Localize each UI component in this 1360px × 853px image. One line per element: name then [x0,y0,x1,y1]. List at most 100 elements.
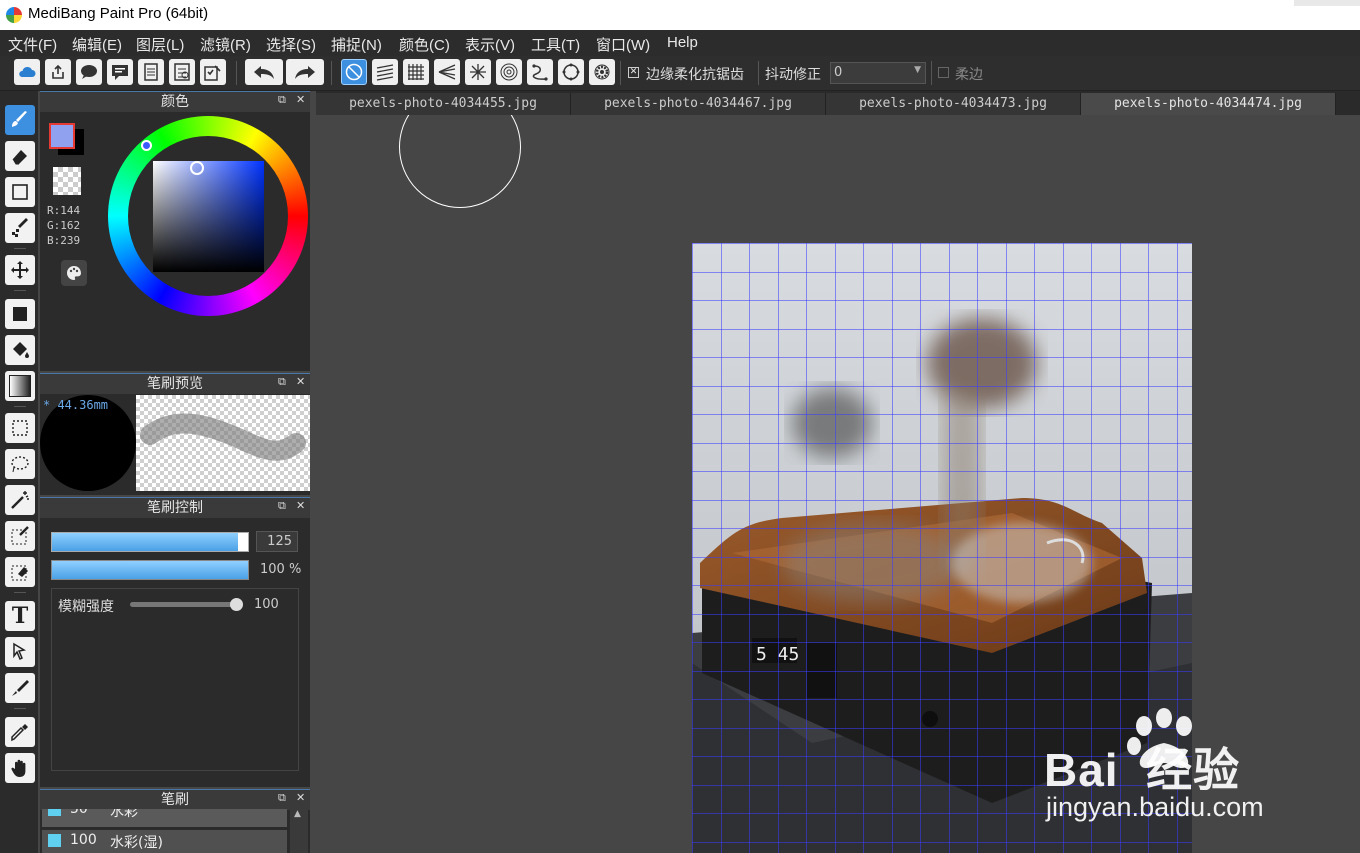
foreground-color-swatch[interactable] [49,123,75,149]
grid-line [692,614,1192,615]
brush-list-title: 笔刷 [40,789,310,810]
cloud-icon[interactable] [14,59,40,85]
checklist-icon[interactable] [200,59,226,85]
slider-knob[interactable] [230,598,243,611]
move-tool-icon[interactable] [5,255,35,285]
color-panel: 颜色 ⧉ ✕ R:144 G:162 B:239 [40,91,310,371]
bucket-tool-icon[interactable] [5,335,35,365]
menu-view[interactable]: 表示(V) [465,34,515,55]
menu-file[interactable]: 文件(F) [8,34,57,55]
undo-icon[interactable] [245,59,283,85]
rectangle-tool-icon[interactable] [5,177,35,207]
antialias-checkbox[interactable]: ✕ [628,67,639,78]
menu-window[interactable]: 窗口(W) [596,34,650,55]
close-icon[interactable]: ✕ [296,93,305,106]
share-icon[interactable] [45,59,71,85]
text-tool-icon[interactable]: T [5,601,35,631]
cross-snap-icon[interactable] [403,59,429,85]
blur-tool-icon[interactable] [5,673,35,703]
menu-edit[interactable]: 编辑(E) [72,34,122,55]
float-panel-icon[interactable]: ⧉ [278,499,286,513]
blur-strength-label: 模糊强度 [58,599,114,615]
float-panel-icon[interactable]: ⧉ [278,791,286,805]
tool-strip: T [0,91,38,853]
page-list-icon[interactable] [169,59,195,85]
brush-tool-icon[interactable] [5,105,35,135]
menu-tools[interactable]: 工具(T) [531,34,580,55]
select-pen-tool-icon[interactable] [5,521,35,551]
document-tab[interactable]: pexels-photo-4034467.jpg [571,93,826,115]
grid-line [1034,243,1035,853]
brush-size-slider[interactable] [51,532,249,552]
blur-strength-slider[interactable] [130,602,238,607]
close-icon[interactable]: ✕ [296,375,305,388]
saturation-value-square[interactable] [153,161,264,272]
brush-list-panel: 笔刷 ⧉ ✕ 50 水彩 100 水彩(湿) ▲ [40,789,310,853]
float-panel-icon[interactable]: ⧉ [278,375,286,389]
brush-control-title: 笔刷控制 [40,497,310,518]
document-tab-active[interactable]: pexels-photo-4034474.jpg [1081,93,1336,115]
menu-layer[interactable]: 图层(L) [136,34,184,55]
document-tab[interactable]: pexels-photo-4034455.jpg [316,93,571,115]
brush-preview-panel: 笔刷预览 ⧉ ✕ * 44.36mm [40,373,310,495]
page-icon[interactable] [138,59,164,85]
eyedropper-tool-icon[interactable] [5,717,35,747]
list-item[interactable]: 50 水彩 [42,809,287,827]
stabilizer-label: 抖动修正 [765,67,821,83]
grid-line [1006,243,1007,853]
hand-tool-icon[interactable] [5,753,35,783]
stabilizer-select[interactable]: 0 ▼ [830,62,926,84]
soft-edge-checkbox[interactable] [938,67,949,78]
document-tab-bar: pexels-photo-4034455.jpg pexels-photo-40… [316,91,1360,115]
close-icon[interactable]: ✕ [296,499,305,512]
app-logo-icon [6,7,22,23]
color-panel-title: 颜色 [40,91,310,112]
grid-line [721,243,722,853]
scrollbar[interactable]: ▲ [290,809,308,853]
window-controls[interactable] [1294,0,1360,6]
fill-rect-tool-icon[interactable] [5,299,35,329]
menu-snap[interactable]: 捕捉(N) [331,34,382,55]
slider-handle[interactable] [238,533,248,551]
parallel-snap-icon[interactable] [372,59,398,85]
float-panel-icon[interactable]: ⧉ [278,93,286,107]
radial-snap-icon[interactable] [465,59,491,85]
gradient-tool-icon[interactable] [5,371,35,401]
operation-tool-icon[interactable] [5,637,35,667]
grid-line [778,243,779,853]
hue-marker[interactable] [141,140,152,151]
magic-wand-tool-icon[interactable] [5,485,35,515]
color-picker-marker[interactable] [190,161,204,175]
select-eraser-tool-icon[interactable] [5,557,35,587]
transparent-color-swatch[interactable] [53,167,81,195]
brush-size: 50 [70,809,88,817]
redo-icon[interactable] [286,59,324,85]
watermark-brand: Bai 经验 [1044,744,1241,796]
eraser-tool-icon[interactable] [5,141,35,171]
snap-off-icon[interactable] [341,59,367,85]
scroll-up-icon[interactable]: ▲ [294,809,301,819]
comment-box-icon[interactable] [107,59,133,85]
close-icon[interactable]: ✕ [296,791,305,804]
brush-size: 100 [70,832,97,848]
vanishing-point-snap-icon[interactable] [434,59,460,85]
lasso-tool-icon[interactable] [5,449,35,479]
dot-brush-tool-icon[interactable] [5,213,35,243]
menu-select[interactable]: 选择(S) [266,34,316,55]
palette-icon[interactable] [61,260,87,286]
concentric-snap-icon[interactable] [496,59,522,85]
list-item[interactable]: 100 水彩(湿) [42,830,287,853]
opacity-slider[interactable] [51,560,249,580]
gear-icon[interactable] [589,59,615,85]
circle-snap-icon[interactable] [558,59,584,85]
menu-color[interactable]: 颜色(C) [399,34,450,55]
select-rect-tool-icon[interactable] [5,413,35,443]
curve-snap-icon[interactable] [527,59,553,85]
opacity-value: 100 % [260,562,302,577]
menu-help[interactable]: Help [667,34,698,51]
brush-size-input[interactable]: 125 [256,531,298,552]
speech-bubble-icon[interactable] [76,59,102,85]
menu-filter[interactable]: 滤镜(R) [200,34,251,55]
tool-divider [14,290,26,291]
document-tab[interactable]: pexels-photo-4034473.jpg [826,93,1081,115]
